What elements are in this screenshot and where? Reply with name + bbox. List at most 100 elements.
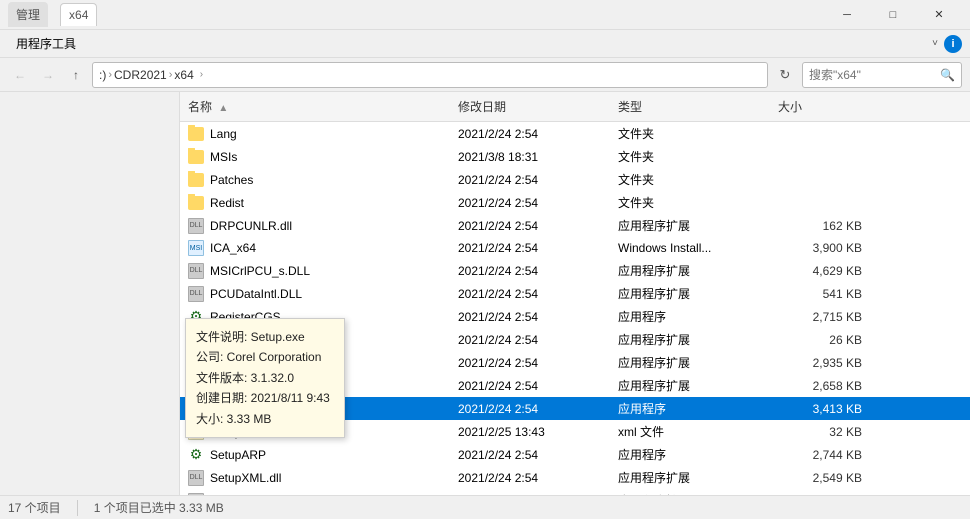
- file-list-header: 名称 ▲ 修改日期 类型 大小: [180, 92, 970, 122]
- file-type: 文件夹: [610, 123, 770, 144]
- table-row[interactable]: Patches 2021/2/24 2:54 文件夹: [180, 168, 970, 191]
- file-name-cell: MSIs: [180, 148, 450, 166]
- tooltip: 文件说明: Setup.exe 公司: Corel Corporation 文件…: [185, 318, 345, 438]
- file-type: 应用程序扩展: [610, 329, 770, 350]
- up-button[interactable]: ↑: [64, 63, 88, 87]
- file-size: [770, 132, 870, 136]
- col-date-label: 修改日期: [458, 100, 506, 114]
- breadcrumb-dropdown-icon[interactable]: ›: [200, 69, 203, 80]
- tooltip-line3: 文件版本: 3.1.32.0: [196, 368, 334, 388]
- status-item-count: 17 个项目: [8, 499, 61, 516]
- file-size: 2,744 KB: [770, 446, 870, 464]
- refresh-button[interactable]: ↻: [772, 62, 798, 88]
- table-row[interactable]: MSI ICA_x64 2021/2/24 2:54 Windows Insta…: [180, 237, 970, 259]
- tab-admin-label: 管理: [16, 8, 40, 22]
- close-button[interactable]: ✕: [916, 0, 962, 30]
- search-icon: 🔍: [940, 68, 955, 82]
- title-bar: 管理 x64 ─ □ ✕: [0, 0, 970, 30]
- file-type: 应用程序扩展: [610, 490, 770, 495]
- dll-icon: DLL: [188, 218, 204, 234]
- file-type: 应用程序: [610, 444, 770, 465]
- file-name: SetupARP: [210, 448, 266, 462]
- tab-x64[interactable]: x64: [60, 3, 97, 26]
- file-type: Windows Install...: [610, 239, 770, 257]
- file-size: 2,935 KB: [770, 354, 870, 372]
- file-date: 2021/2/24 2:54: [450, 217, 610, 235]
- file-size: 4,629 KB: [770, 262, 870, 280]
- file-name: Lang: [210, 127, 237, 141]
- table-row[interactable]: MSIs 2021/3/8 18:31 文件夹: [180, 145, 970, 168]
- table-row[interactable]: DLL DRPCUNLR.dll 2021/2/24 2:54 应用程序扩展 1…: [180, 214, 970, 237]
- status-separator: [77, 500, 78, 516]
- file-name-cell: Patches: [180, 171, 450, 189]
- tooltip-line5: 大小: 3.33 MB: [196, 409, 334, 429]
- tooltip-line4: 创建日期: 2021/8/11 9:43: [196, 388, 334, 408]
- file-name: DRPCUNLR.dll: [210, 219, 292, 233]
- tab-admin[interactable]: 管理: [8, 2, 48, 27]
- file-name-cell: ⚙ SetupARP: [180, 445, 450, 465]
- col-type-label: 类型: [618, 100, 642, 114]
- table-row[interactable]: Lang 2021/2/24 2:54 文件夹: [180, 122, 970, 145]
- menu-chevron-icon[interactable]: ˅: [932, 38, 938, 49]
- file-size: 2,715 KB: [770, 308, 870, 326]
- table-row[interactable]: DLL tBar7.dll 2021/2/24 2:54 应用程序扩展 2,48…: [180, 489, 970, 495]
- search-box[interactable]: 🔍: [802, 62, 962, 88]
- file-size: 3,900 KB: [770, 239, 870, 257]
- col-name[interactable]: 名称 ▲: [180, 96, 450, 117]
- file-name: tBar7.dll: [210, 494, 254, 496]
- file-name-cell: Redist: [180, 194, 450, 212]
- file-size: 3,413 KB: [770, 400, 870, 418]
- breadcrumb-x64[interactable]: x64: [174, 68, 193, 82]
- file-type: 文件夹: [610, 169, 770, 190]
- menu-tools[interactable]: 用程序工具: [8, 33, 84, 54]
- breadcrumb-root[interactable]: :): [99, 68, 106, 82]
- table-row[interactable]: ⚙ SetupARP 2021/2/24 2:54 应用程序 2,744 KB: [180, 443, 970, 466]
- dll-icon: DLL: [188, 470, 204, 486]
- table-row[interactable]: DLL SetupXML.dll 2021/2/24 2:54 应用程序扩展 2…: [180, 466, 970, 489]
- menu-bar: 用程序工具 ˅ i: [0, 30, 970, 58]
- file-type: 应用程序扩展: [610, 215, 770, 236]
- file-rows-container: Lang 2021/2/24 2:54 文件夹 MSIs 2021/3/8 18…: [180, 122, 970, 495]
- breadcrumb-sep-2: ›: [169, 69, 173, 81]
- search-input[interactable]: [809, 68, 936, 82]
- file-type: 应用程序扩展: [610, 260, 770, 281]
- back-button[interactable]: ←: [8, 63, 32, 87]
- menu-items: 用程序工具: [8, 33, 84, 54]
- address-bar: ← → ↑ :) › CDR2021 › x64 › ↻ 🔍: [0, 58, 970, 92]
- table-row[interactable]: DLL PCUDataIntl.DLL 2021/2/24 2:54 应用程序扩…: [180, 282, 970, 305]
- forward-button[interactable]: →: [36, 63, 60, 87]
- file-size: 2,658 KB: [770, 377, 870, 395]
- sidebar: [0, 92, 180, 495]
- file-size: [770, 201, 870, 205]
- file-date: 2021/2/24 2:54: [450, 377, 610, 395]
- col-type[interactable]: 类型: [610, 96, 770, 117]
- folder-icon: [188, 196, 204, 210]
- file-size: 32 KB: [770, 423, 870, 441]
- table-row[interactable]: DLL MSICrlPCU_s.DLL 2021/2/24 2:54 应用程序扩…: [180, 259, 970, 282]
- breadcrumb-sep-1: ›: [108, 69, 112, 81]
- file-name: Patches: [210, 173, 253, 187]
- file-name: PCUDataIntl.DLL: [210, 287, 302, 301]
- dll-icon: DLL: [188, 493, 204, 496]
- col-size[interactable]: 大小: [770, 96, 870, 117]
- file-date: 2021/2/25 13:43: [450, 423, 610, 441]
- file-type: 应用程序扩展: [610, 283, 770, 304]
- file-date: 2021/3/8 18:31: [450, 148, 610, 166]
- minimize-button[interactable]: ─: [824, 0, 870, 30]
- maximize-button[interactable]: □: [870, 0, 916, 30]
- breadcrumb-cdr2021[interactable]: CDR2021: [114, 68, 167, 82]
- file-name-cell: DLL MSICrlPCU_s.DLL: [180, 261, 450, 281]
- explorer-main: 名称 ▲ 修改日期 类型 大小 Lang 2021/2/24 2:54 文件夹: [0, 92, 970, 495]
- file-name: SetupXML.dll: [210, 471, 281, 485]
- table-row[interactable]: Redist 2021/2/24 2:54 文件夹: [180, 191, 970, 214]
- file-type: 应用程序扩展: [610, 375, 770, 396]
- file-size: 2,483 KB: [770, 492, 870, 496]
- breadcrumb[interactable]: :) › CDR2021 › x64 ›: [92, 62, 768, 88]
- file-date: 2021/2/24 2:54: [450, 446, 610, 464]
- file-date: 2021/2/24 2:54: [450, 331, 610, 349]
- window-controls: ─ □ ✕: [824, 0, 962, 30]
- info-icon[interactable]: i: [944, 35, 962, 53]
- col-date[interactable]: 修改日期: [450, 96, 610, 117]
- file-name-cell: MSI ICA_x64: [180, 238, 450, 258]
- file-name-cell: DLL DRPCUNLR.dll: [180, 216, 450, 236]
